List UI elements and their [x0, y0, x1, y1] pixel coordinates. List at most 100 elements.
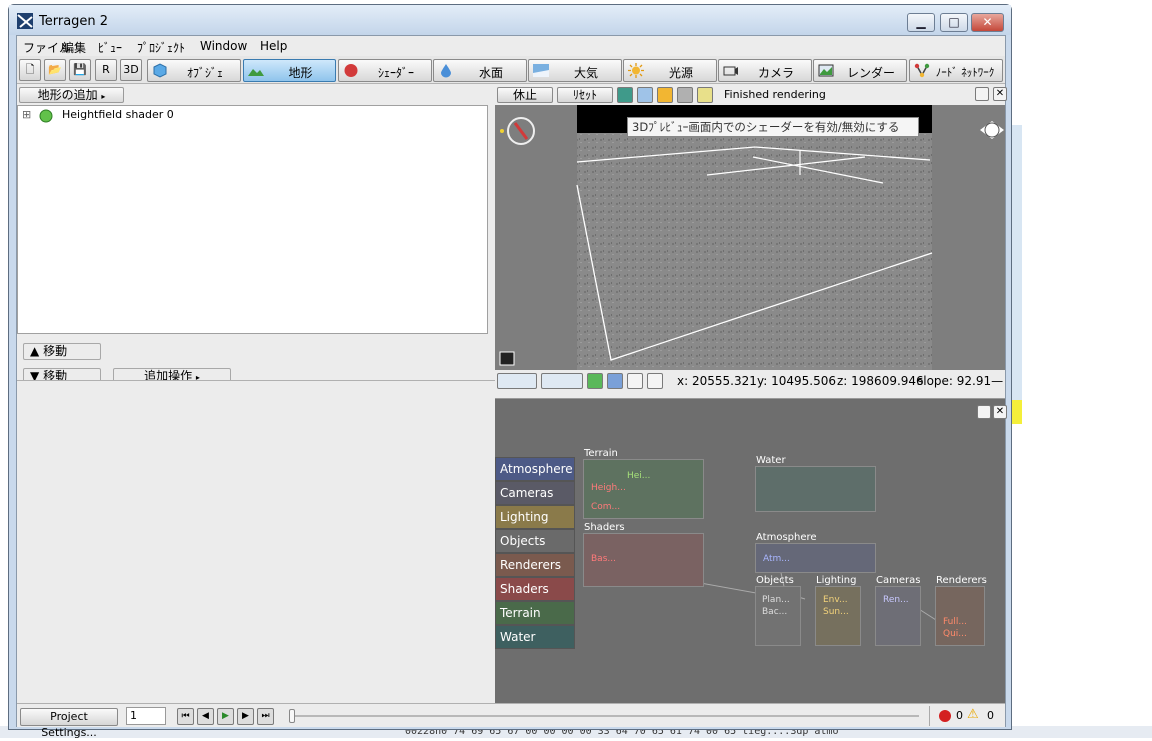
3d-preview-viewport[interactable]: 3Dﾌﾟﾚﾋﾞｭｰ画面内でのシェーダーを有効/無効にする — [495, 105, 1005, 370]
shaders-toggle-icon[interactable] — [617, 87, 633, 103]
group-renderers-title: Renderers — [936, 575, 987, 586]
open-folder-icon[interactable]: 📂 — [44, 59, 66, 81]
node-quick-render[interactable]: Qui... — [943, 629, 967, 639]
pause-button[interactable]: 休止 — [497, 87, 553, 103]
node-atmosphere[interactable]: Atm... — [763, 554, 790, 564]
node-full-render[interactable]: Full... — [943, 617, 967, 627]
node-planet[interactable]: Plan... — [762, 595, 790, 605]
move-up-label: 移動 — [43, 344, 68, 358]
add-terrain-button[interactable]: 地形の追加 ▸ — [19, 87, 124, 103]
client-area: ファイル 編集 ﾋﾞｭｰ ﾌﾟﾛｼﾞｪｸﾄ Window Help 🗋 📂 💾 … — [16, 35, 1007, 739]
play-icon[interactable]: ▶ — [217, 708, 234, 725]
camera-view-icon[interactable] — [497, 373, 537, 389]
cube-icon — [153, 63, 167, 78]
green-sphere-icon — [39, 109, 53, 123]
save-icon[interactable]: 💾 — [69, 59, 91, 81]
node-connections — [594, 478, 948, 628]
first-frame-icon[interactable]: ⏮ — [177, 708, 194, 725]
terrain-tree[interactable]: ⊞ Heightfield shader 0 — [17, 105, 488, 334]
background-highlight — [1012, 400, 1022, 424]
node-heightfield-shader[interactable]: Heigh... — [591, 483, 626, 493]
viewport-status-bar: x: 20555.321 y: 10495.506 z: 198609.946 … — [495, 370, 1005, 392]
view-3d-icon[interactable]: 3D — [120, 59, 142, 81]
bottom-bar: Project Settings... 1 ⏮ ◀ ▶ ▶ ⏭ 0 ⚠ 0 — [17, 703, 1005, 739]
refresh-icon[interactable] — [587, 373, 603, 389]
next-frame-icon[interactable]: ▶ — [237, 708, 254, 725]
group-water[interactable]: Water — [755, 455, 876, 512]
main-toolbar: 🗋 📂 💾 R 3D ｵﾌﾞｼﾞｪ 地形 ｼｪｰﾀﾞｰ 水面 大気 光源 カメラ… — [17, 56, 1005, 84]
viewport-header: 休止 ﾘｾｯﾄ Finished rendering ✕ — [495, 85, 1007, 105]
tab-atmosphere[interactable]: 大気 — [528, 59, 622, 82]
notes-icon[interactable] — [697, 87, 713, 103]
terrain-list-panel: 地形の追加 ▸ ⊞ Heightfield shader 0 ▲ 移動 ▼ 移動… — [17, 85, 495, 385]
menu-edit[interactable]: 編集 — [62, 39, 86, 56]
last-frame-icon[interactable]: ⏭ — [257, 708, 274, 725]
frame-number-field[interactable]: 1 — [126, 707, 166, 725]
tab-water[interactable]: 水面 — [433, 59, 527, 82]
maximize-button[interactable]: □ — [940, 13, 968, 32]
new-file-icon[interactable]: 🗋 — [19, 59, 41, 81]
tree-item-label: Heightfield shader 0 — [62, 108, 174, 121]
node-compute-terrain[interactable]: Com... — [591, 502, 620, 512]
tab-renderers[interactable]: レンダー — [813, 59, 907, 82]
x-coordinate: x: 20555.321 — [677, 374, 757, 388]
timeline-track[interactable] — [289, 715, 919, 717]
status-divider — [929, 706, 930, 726]
tab-objects[interactable]: ｵﾌﾞｼﾞｪ — [147, 59, 241, 82]
tab-lighting[interactable]: 光源 — [623, 59, 717, 82]
slope-icon[interactable] — [647, 373, 663, 389]
tree-item-heightfield-shader[interactable]: ⊞ Heightfield shader 0 — [22, 108, 222, 124]
pan-control-icon[interactable] — [984, 113, 985, 114]
close-pane-icon[interactable]: ✕ — [993, 87, 1007, 101]
add-terrain-label: 地形の追加 — [37, 88, 98, 102]
cloud-toggle-icon[interactable] — [637, 87, 653, 103]
menu-view[interactable]: ﾋﾞｭｰ — [98, 39, 122, 56]
brush-tool-icon[interactable] — [677, 87, 693, 103]
eye-icon[interactable] — [607, 373, 623, 389]
node-render-camera[interactable]: Ren... — [883, 595, 909, 605]
move-up-button[interactable]: ▲ 移動 — [23, 343, 101, 360]
node-background[interactable]: Bac... — [762, 607, 787, 617]
node-sunlight[interactable]: Sun... — [823, 607, 849, 617]
node-heightfield-generate[interactable]: Hei... — [627, 471, 650, 481]
menu-window[interactable]: Window — [200, 39, 247, 53]
y-coordinate: y: 10495.506 — [757, 374, 836, 388]
render-view-icon[interactable] — [541, 373, 583, 389]
atmosphere-icon — [533, 64, 549, 77]
minimize-button[interactable]: ▁ — [907, 13, 935, 32]
group-water-title: Water — [756, 455, 786, 466]
window-title: Terragen 2 — [39, 14, 109, 29]
lighting-toggle-icon[interactable] — [657, 87, 673, 103]
tab-node-network[interactable]: ﾉｰﾄﾞ ﾈｯﾄﾜｰｸ — [909, 59, 1003, 82]
group-cameras-title: Cameras — [876, 575, 921, 586]
node-base-colours[interactable]: Bas... — [591, 554, 616, 564]
menu-project[interactable]: ﾌﾟﾛｼﾞｪｸﾄ — [137, 39, 185, 56]
frame-icon[interactable] — [627, 373, 643, 389]
project-settings-button[interactable]: Project Settings... — [20, 708, 118, 739]
water-drop-icon — [441, 64, 451, 78]
camera-icon — [723, 66, 738, 76]
background-window-edge — [1012, 125, 1022, 415]
node-environment-light[interactable]: Env... — [823, 595, 848, 605]
terragen-logo-icon — [17, 13, 33, 29]
menu-help[interactable]: Help — [260, 39, 287, 53]
expand-icon[interactable]: ⊞ — [22, 108, 31, 121]
timeline-scrubber[interactable] — [289, 709, 295, 723]
sun-icon — [628, 63, 644, 78]
tab-terrain[interactable]: 地形 — [243, 59, 336, 82]
navigation-compass-icon[interactable] — [496, 123, 497, 124]
close-button[interactable]: ✕ — [971, 13, 1004, 32]
tab-cameras[interactable]: カメラ — [718, 59, 812, 82]
render-r-icon[interactable]: R — [95, 59, 117, 81]
up-arrow-icon: ▲ — [30, 344, 40, 358]
3d-preview-render — [499, 105, 1004, 370]
z-coordinate: z: 198609.946 — [837, 374, 924, 388]
tab-shaders[interactable]: ｼｪｰﾀﾞｰ — [338, 59, 432, 82]
title-bar[interactable]: Terragen 2 ▁ □ ✕ — [9, 5, 1011, 35]
previous-frame-icon[interactable]: ◀ — [197, 708, 214, 725]
maximize-pane-icon[interactable] — [975, 87, 989, 101]
node-network-panel[interactable]: ✕ Atmosphere Cameras Lighting Objects Re… — [495, 398, 1007, 703]
shader-sphere-icon — [344, 64, 358, 77]
reset-button[interactable]: ﾘｾｯﾄ — [557, 87, 613, 103]
render-icon — [818, 64, 834, 77]
